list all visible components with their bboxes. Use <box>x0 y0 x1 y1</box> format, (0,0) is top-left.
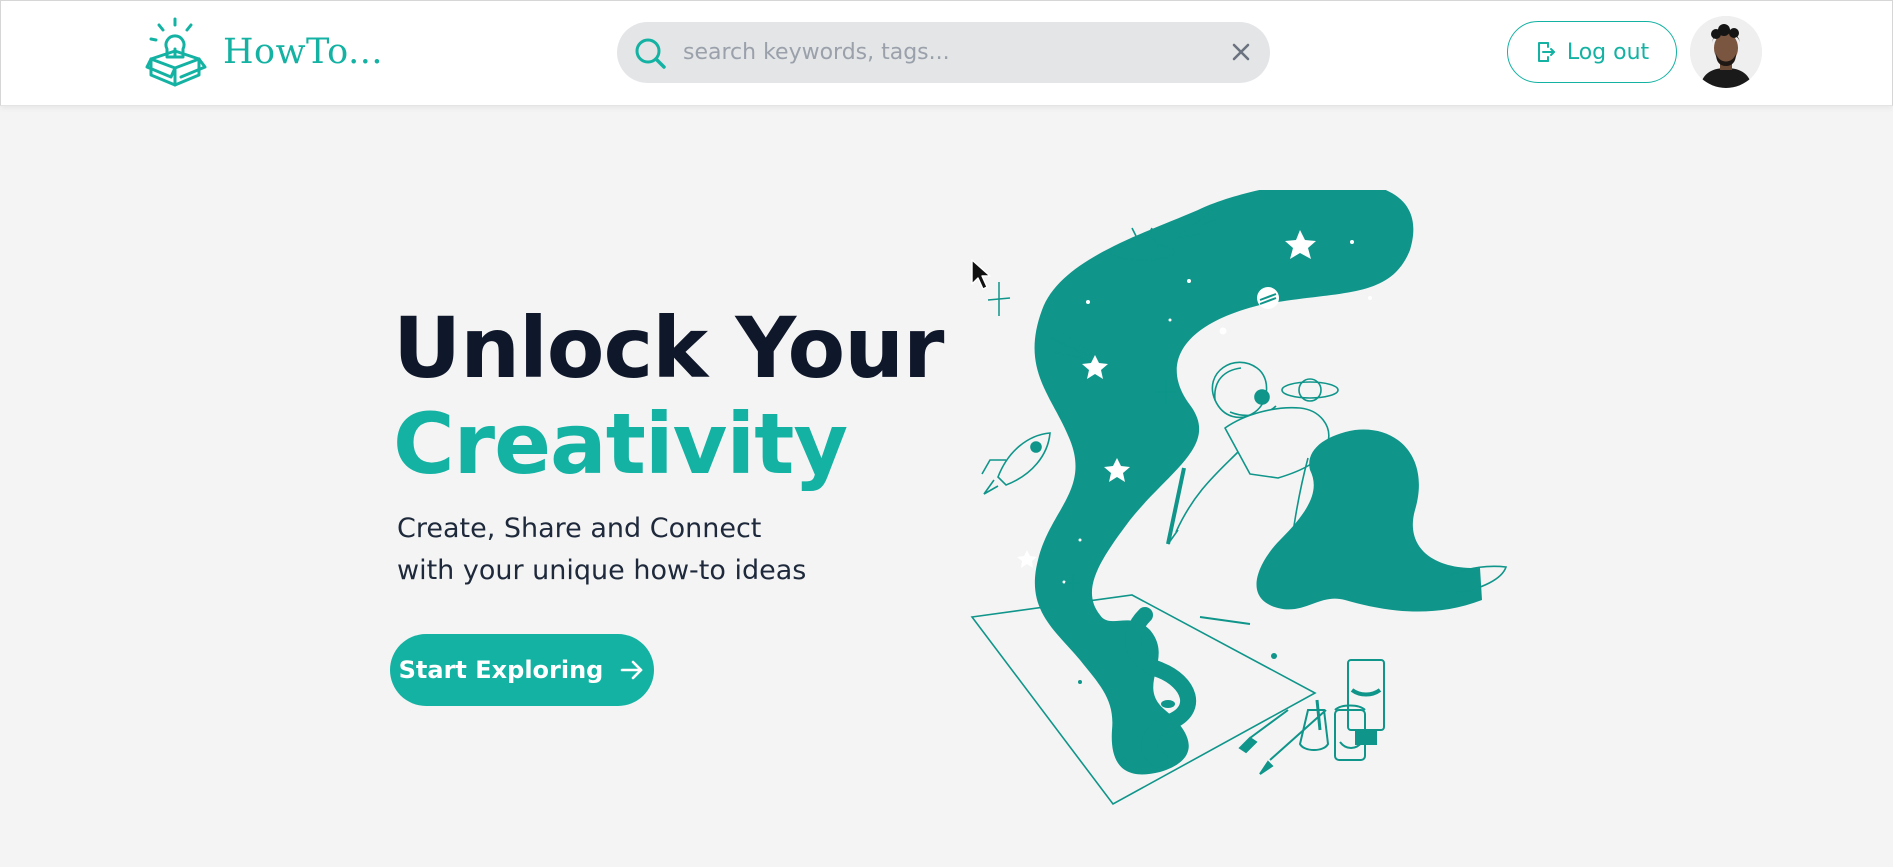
brand-name: HowTo... <box>223 32 384 72</box>
avatar-image <box>1690 16 1762 88</box>
hero-title-line2: Creativity <box>393 395 848 493</box>
close-icon[interactable] <box>1228 39 1254 65</box>
cta-label: Start Exploring <box>398 656 604 684</box>
mouse-cursor-icon <box>971 259 991 290</box>
hero-title: Unlock Your Creativity <box>393 299 944 493</box>
hero-subtitle-line2: with your unique how-to ideas <box>397 555 807 586</box>
space-painting-illustration <box>970 190 1508 806</box>
search-bar <box>617 22 1270 83</box>
logout-icon <box>1537 42 1555 62</box>
lightbulb-box-icon <box>145 17 207 87</box>
hero-title-line1: Unlock Your <box>393 299 944 397</box>
hero-subtitle-line1: Create, Share and Connect <box>397 513 762 544</box>
top-navbar: HowTo... Log out <box>0 0 1893 106</box>
brand-logo[interactable]: HowTo... <box>145 15 383 89</box>
logout-button[interactable]: Log out <box>1507 21 1677 83</box>
arrow-right-icon <box>621 660 643 680</box>
user-avatar[interactable] <box>1690 16 1762 88</box>
hero-subtitle: Create, Share and Connect with your uniq… <box>397 508 857 592</box>
start-exploring-button[interactable]: Start Exploring <box>390 634 654 706</box>
logout-label: Log out <box>1566 39 1650 65</box>
search-icon[interactable] <box>631 34 669 72</box>
search-input[interactable] <box>683 32 1203 72</box>
